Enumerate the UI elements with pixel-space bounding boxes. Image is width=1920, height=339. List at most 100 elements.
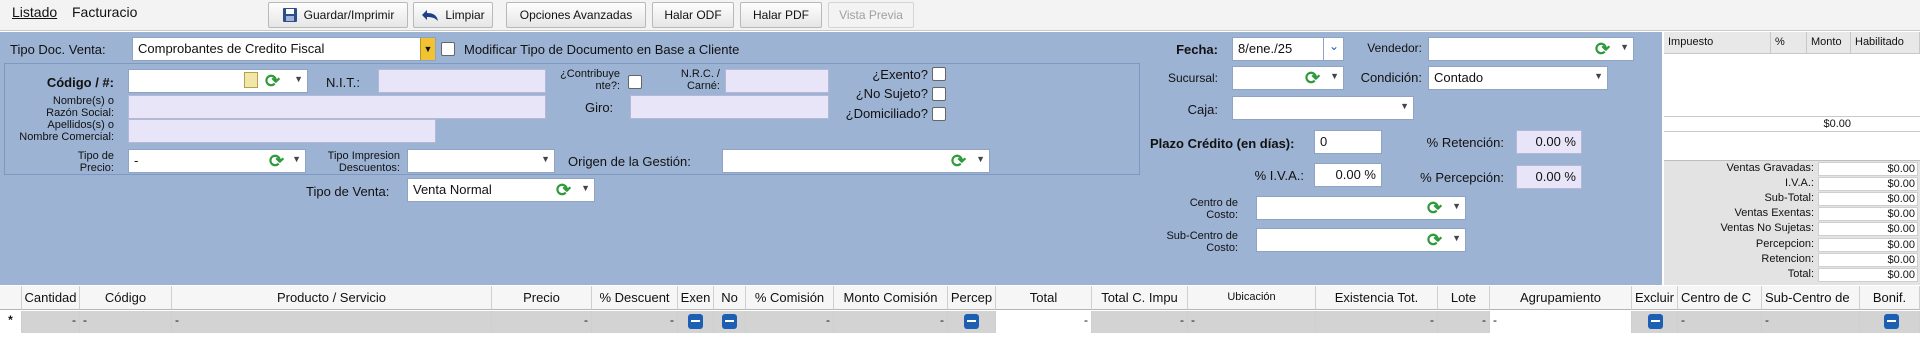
total-cell[interactable]: - [996,311,1092,333]
sub-centro-costo-select[interactable]: ⟳ ▼ [1256,228,1466,252]
tipo-venta-select[interactable]: Venta Normal ⟳ ▼ [407,178,595,202]
chevron-down-icon[interactable]: ▼ [1452,233,1461,243]
nombre-input[interactable] [128,95,546,119]
refresh-icon[interactable]: ⟳ [1427,197,1442,219]
no-sujeto-checkbox[interactable] [932,87,946,101]
column-header[interactable]: Percep [948,286,996,310]
excluir-checkbox-icon[interactable] [1648,314,1663,329]
column-header[interactable]: Existencia Tot. [1316,286,1438,310]
refresh-icon[interactable]: ⟳ [556,179,571,201]
column-header[interactable]: Lote [1438,286,1490,310]
cantidad-cell[interactable]: - [22,311,80,333]
domiciliado-checkbox[interactable] [932,107,946,121]
refresh-icon[interactable]: ⟳ [265,70,280,92]
vista-previa-button[interactable]: Vista Previa [828,2,914,28]
chevron-down-icon[interactable]: ▼ [581,183,590,193]
column-header[interactable]: Monto Comisión [834,286,948,310]
existencia-cell[interactable]: - [1316,311,1438,333]
agrupamiento-cell[interactable]: - [1490,311,1632,333]
sucursal-select[interactable]: ⟳ ▼ [1232,66,1344,90]
centro-costo-cell[interactable]: - [1678,311,1762,333]
column-header[interactable]: Código [80,286,172,310]
no-sujeto-checkbox-icon[interactable] [722,314,737,329]
caja-select[interactable]: ▼ [1232,96,1414,120]
excluir-cell[interactable] [1632,311,1678,333]
retencion-input[interactable]: 0.00 % [1516,130,1582,154]
tab-facturacion[interactable]: Facturacio [72,4,137,20]
column-header[interactable]: Producto / Servicio [172,286,492,310]
monto-header[interactable]: Monto [1807,32,1851,54]
guardar-imprimir-button[interactable]: Guardar/Imprimir [268,2,408,28]
column-header[interactable]: % Comisión [746,286,834,310]
percepcion-input[interactable]: 0.00 % [1516,165,1582,189]
bonificacion-cell[interactable] [1860,311,1920,333]
column-header[interactable]: Total C. Impu [1092,286,1188,310]
contribuyente-checkbox[interactable] [628,75,642,89]
monto-comision-cell[interactable]: - [834,311,948,333]
chevron-down-icon[interactable]: ▼ [420,38,435,60]
centro-costo-select[interactable]: ⟳ ▼ [1256,196,1466,220]
vendedor-select[interactable]: ⟳ ▼ [1428,37,1634,61]
halar-pdf-button[interactable]: Halar PDF [740,2,822,28]
exento-checkbox[interactable] [932,67,946,81]
producto-cell[interactable]: - [172,311,492,333]
column-header[interactable]: Sub-Centro de [1762,286,1860,310]
nit-input[interactable] [378,69,546,93]
refresh-icon[interactable]: ⟳ [269,150,284,172]
ubicacion-cell[interactable]: - [1188,311,1316,333]
giro-input[interactable] [630,95,829,119]
condicion-select[interactable]: Contado ▼ [1428,66,1608,90]
column-header[interactable]: Centro de C [1678,286,1762,310]
column-header[interactable]: Total [996,286,1092,310]
column-header[interactable]: Agrupamiento [1490,286,1632,310]
chevron-down-icon[interactable]: ▼ [1400,101,1409,111]
comision-cell[interactable]: - [746,311,834,333]
refresh-icon[interactable]: ⟳ [951,150,966,172]
precio-cell[interactable]: - [492,311,592,333]
column-header[interactable]: Bonif. [1860,286,1920,310]
origen-select[interactable]: ⟳ ▼ [722,149,990,173]
exento-checkbox-icon[interactable] [688,314,703,329]
chevron-down-icon[interactable]: ▼ [1330,71,1339,81]
descuento-cell[interactable]: - [592,311,678,333]
column-header[interactable]: % Descuent [592,286,678,310]
new-document-icon[interactable] [244,72,258,88]
no-sujeto-cell[interactable] [714,311,746,333]
bonificacion-checkbox-icon[interactable] [1884,314,1899,329]
column-header[interactable]: Ubicación [1188,286,1316,310]
halar-odf-button[interactable]: Halar ODF [652,2,734,28]
codigo-cell[interactable]: - [80,311,172,333]
percepcion-checkbox-icon[interactable] [964,314,979,329]
tipo-precio-select[interactable]: - ⟳ ▼ [128,149,306,173]
exento-cell[interactable] [678,311,714,333]
chevron-down-icon[interactable]: ⌄ [1329,39,1339,53]
opciones-avanzadas-button[interactable]: Opciones Avanzadas [506,2,646,28]
chevron-down-icon[interactable]: ▼ [976,154,985,164]
column-header[interactable]: Exen [678,286,714,310]
lote-cell[interactable]: - [1438,311,1490,333]
chevron-down-icon[interactable]: ▼ [541,154,550,164]
chevron-down-icon[interactable]: ▼ [1620,42,1629,52]
sub-centro-costo-cell[interactable]: - [1762,311,1860,333]
refresh-icon[interactable]: ⟳ [1595,38,1610,60]
tipo-impresion-select[interactable]: ▼ [407,149,555,173]
limpiar-button[interactable]: Limpiar [413,2,493,28]
chevron-down-icon[interactable]: ▼ [294,74,303,84]
nrc-input[interactable] [725,69,829,93]
total-impuesto-cell[interactable]: - [1092,311,1188,333]
column-header[interactable]: Cantidad [22,286,80,310]
porcentaje-header[interactable]: % [1771,32,1807,54]
column-header[interactable]: Excluir [1632,286,1678,310]
iva-input[interactable]: 0.00 % [1314,163,1382,187]
apellidos-input[interactable] [128,119,436,143]
impuesto-header[interactable]: Impuesto [1664,32,1771,54]
percepcion-cell[interactable] [948,311,996,333]
column-header[interactable]: Precio [492,286,592,310]
fecha-picker[interactable]: 8/ene./25 ⌄ [1232,37,1344,61]
tipo-doc-select[interactable]: Comprobantes de Credito Fiscal [132,37,436,61]
refresh-icon[interactable]: ⟳ [1427,229,1442,251]
new-row-marker[interactable]: * [0,311,22,333]
plazo-input[interactable]: 0 [1314,130,1382,154]
tab-listado[interactable]: Listado [12,4,57,20]
modificar-checkbox[interactable] [441,42,455,56]
